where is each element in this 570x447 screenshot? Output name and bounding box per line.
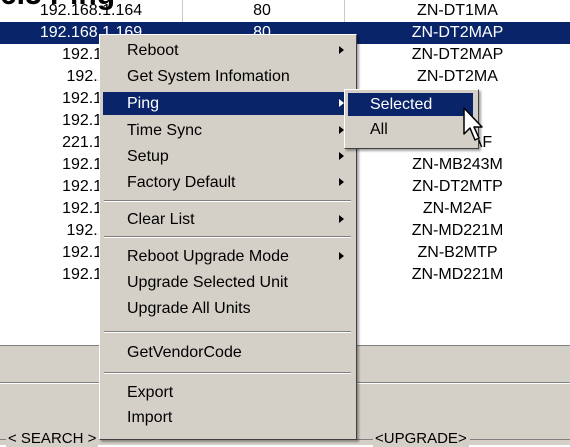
menu-item-upgrade-all-units[interactable]: Upgrade All Units [103,297,352,320]
search-group-label: < SEARCH > [6,430,99,447]
submenu-item-all[interactable]: All [348,118,473,141]
model-cell: ZN-MB243M [412,156,503,173]
menu-item-factory-default[interactable]: Factory Default [103,171,352,194]
menu-item-clear-list[interactable]: Clear List [103,208,352,231]
upgrade-group-label: <UPGRADE> [373,430,469,447]
menu-item-time-sync[interactable]: Time Sync [103,119,352,142]
model-cell: ZN-MD221M [411,222,504,239]
menu-item-label: Setup [127,148,169,165]
menu-item-label: Factory Default [127,174,236,191]
menu-item-label: Reboot Upgrade Mode [127,248,289,265]
menu-item-label: Time Sync [127,122,202,139]
menu-item-label: Import [127,409,173,426]
group-border [470,439,570,440]
menu-separator [104,331,351,333]
port-cell: 80 [253,2,271,19]
menu-item-import[interactable]: Import [103,406,352,429]
menu-item-upgrade-selected-unit[interactable]: Upgrade Selected Unit [103,271,352,294]
model-cell: ZN-DT2MAP [411,46,504,63]
model-cell: ZN-DT2MTP [412,178,503,195]
menu-item-label: Ping [127,95,160,112]
submenu-arrow-icon [339,178,344,186]
submenu-arrow-icon [339,252,344,260]
model-cell: ZN-DT2MAP [411,24,504,41]
menu-item-label: Reboot [127,42,179,59]
model-cell: ZN-DT1MA [417,2,498,19]
mouse-pointer-icon [463,107,483,141]
menu-separator [104,200,351,202]
context-menu[interactable]: Reboot Get System Infomation Ping Time S… [99,34,357,440]
menu-item-label: Upgrade Selected Unit [127,274,288,291]
menu-item-ping[interactable]: Ping [103,92,352,115]
menu-item-export[interactable]: Export [103,381,352,404]
menu-item-label: GetVendorCode [127,344,242,361]
menu-item-label: Upgrade All Units [127,300,251,317]
model-cell: ZN-DT2MA [417,68,498,85]
submenu-item-selected[interactable]: Selected [348,93,473,116]
submenu-arrow-icon [339,152,344,160]
submenu-arrow-icon [339,46,344,54]
menu-item-reboot[interactable]: Reboot [103,39,352,62]
model-cell: ZN-MD221M [411,266,504,283]
page-heading: 6.5 Ping [0,0,115,10]
model-cell: ZN-M2AF [422,200,493,217]
ping-submenu[interactable]: Selected All [344,89,479,149]
menu-item-label: Export [127,384,174,401]
menu-separator [104,236,351,238]
menu-separator [104,372,351,374]
menu-item-label: Get System Infomation [127,68,290,85]
group-border [355,439,373,440]
model-cell: ZN-B2MTP [417,244,498,261]
menu-item-label: Clear List [127,211,195,228]
submenu-arrow-icon [339,215,344,223]
menu-item-reboot-upgrade-mode[interactable]: Reboot Upgrade Mode [103,245,352,268]
menu-item-get-vendor-code[interactable]: GetVendorCode [103,341,352,364]
menu-item-get-system-information[interactable]: Get System Infomation [103,65,352,88]
menu-item-setup[interactable]: Setup [103,145,352,168]
